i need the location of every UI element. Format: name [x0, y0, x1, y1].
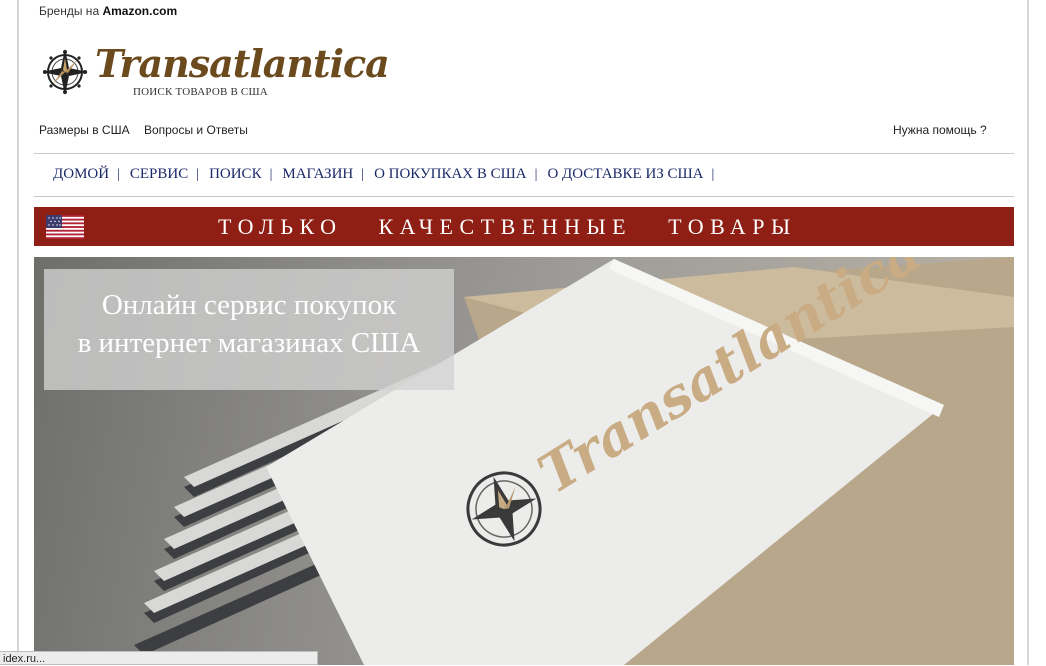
hero-caption-line-2: в интернет магазинах США [77, 327, 421, 359]
site-logo[interactable]: Transatlantica ПОИСК ТОВАРОВ В США [37, 42, 390, 102]
amazon-brands-link[interactable]: Бренды на Amazon.com [39, 4, 177, 18]
faq-link[interactable]: Вопросы и Ответы [144, 123, 248, 137]
nav-separator: | [117, 166, 120, 182]
us-flag-icon [46, 215, 84, 239]
nav-home[interactable]: ДОМОЙ [53, 166, 109, 183]
sub-nav: Размеры в США Вопросы и Ответы [39, 123, 259, 137]
nav-separator: | [711, 166, 715, 182]
hero-caption-line-1: Онлайн сервис покупок [101, 289, 397, 321]
top-bar-brand: Amazon.com [102, 4, 178, 18]
hero-caption: Онлайн сервис покупок в интернет магазин… [44, 269, 454, 390]
nav-about-delivery[interactable]: О ДОСТАВКЕ ИЗ США [547, 166, 703, 183]
nav-separator: | [196, 166, 200, 182]
main-nav: ДОМОЙ | СЕРВИС | ПОИСК | МАГАЗИН | О ПОК… [53, 166, 724, 183]
compass-rose-icon [42, 49, 88, 95]
top-bar-prefix: Бренды на [39, 4, 100, 18]
divider-bottom [34, 196, 1014, 197]
nav-search[interactable]: ПОИСК [209, 166, 262, 183]
nav-shop[interactable]: МАГАЗИН [282, 166, 353, 183]
hero-image: Transatlantica Онлайн сервис покупок в и… [34, 257, 1014, 665]
nav-separator: | [361, 166, 365, 182]
nav-service[interactable]: СЕРВИС [130, 166, 188, 183]
nav-about-purchases[interactable]: О ПОКУПКАХ В США [374, 166, 527, 183]
nav-separator: | [534, 166, 538, 182]
logo-tagline: ПОИСК ТОВАРОВ В США [133, 86, 268, 98]
sizes-link[interactable]: Размеры в США [39, 123, 130, 137]
browser-status-bar: idex.ru... [0, 651, 318, 665]
banner-text: ТОЛЬКО КАЧЕСТВЕННЫЕ ТОВАРЫ [218, 214, 797, 239]
logo-wordmark: Transatlantica [95, 41, 390, 86]
divider-top [34, 153, 1014, 154]
help-link[interactable]: Нужна помощь ? [893, 123, 987, 137]
nav-separator: | [269, 166, 273, 182]
quality-banner: ТОЛЬКО КАЧЕСТВЕННЫЕ ТОВАРЫ [34, 207, 1014, 246]
